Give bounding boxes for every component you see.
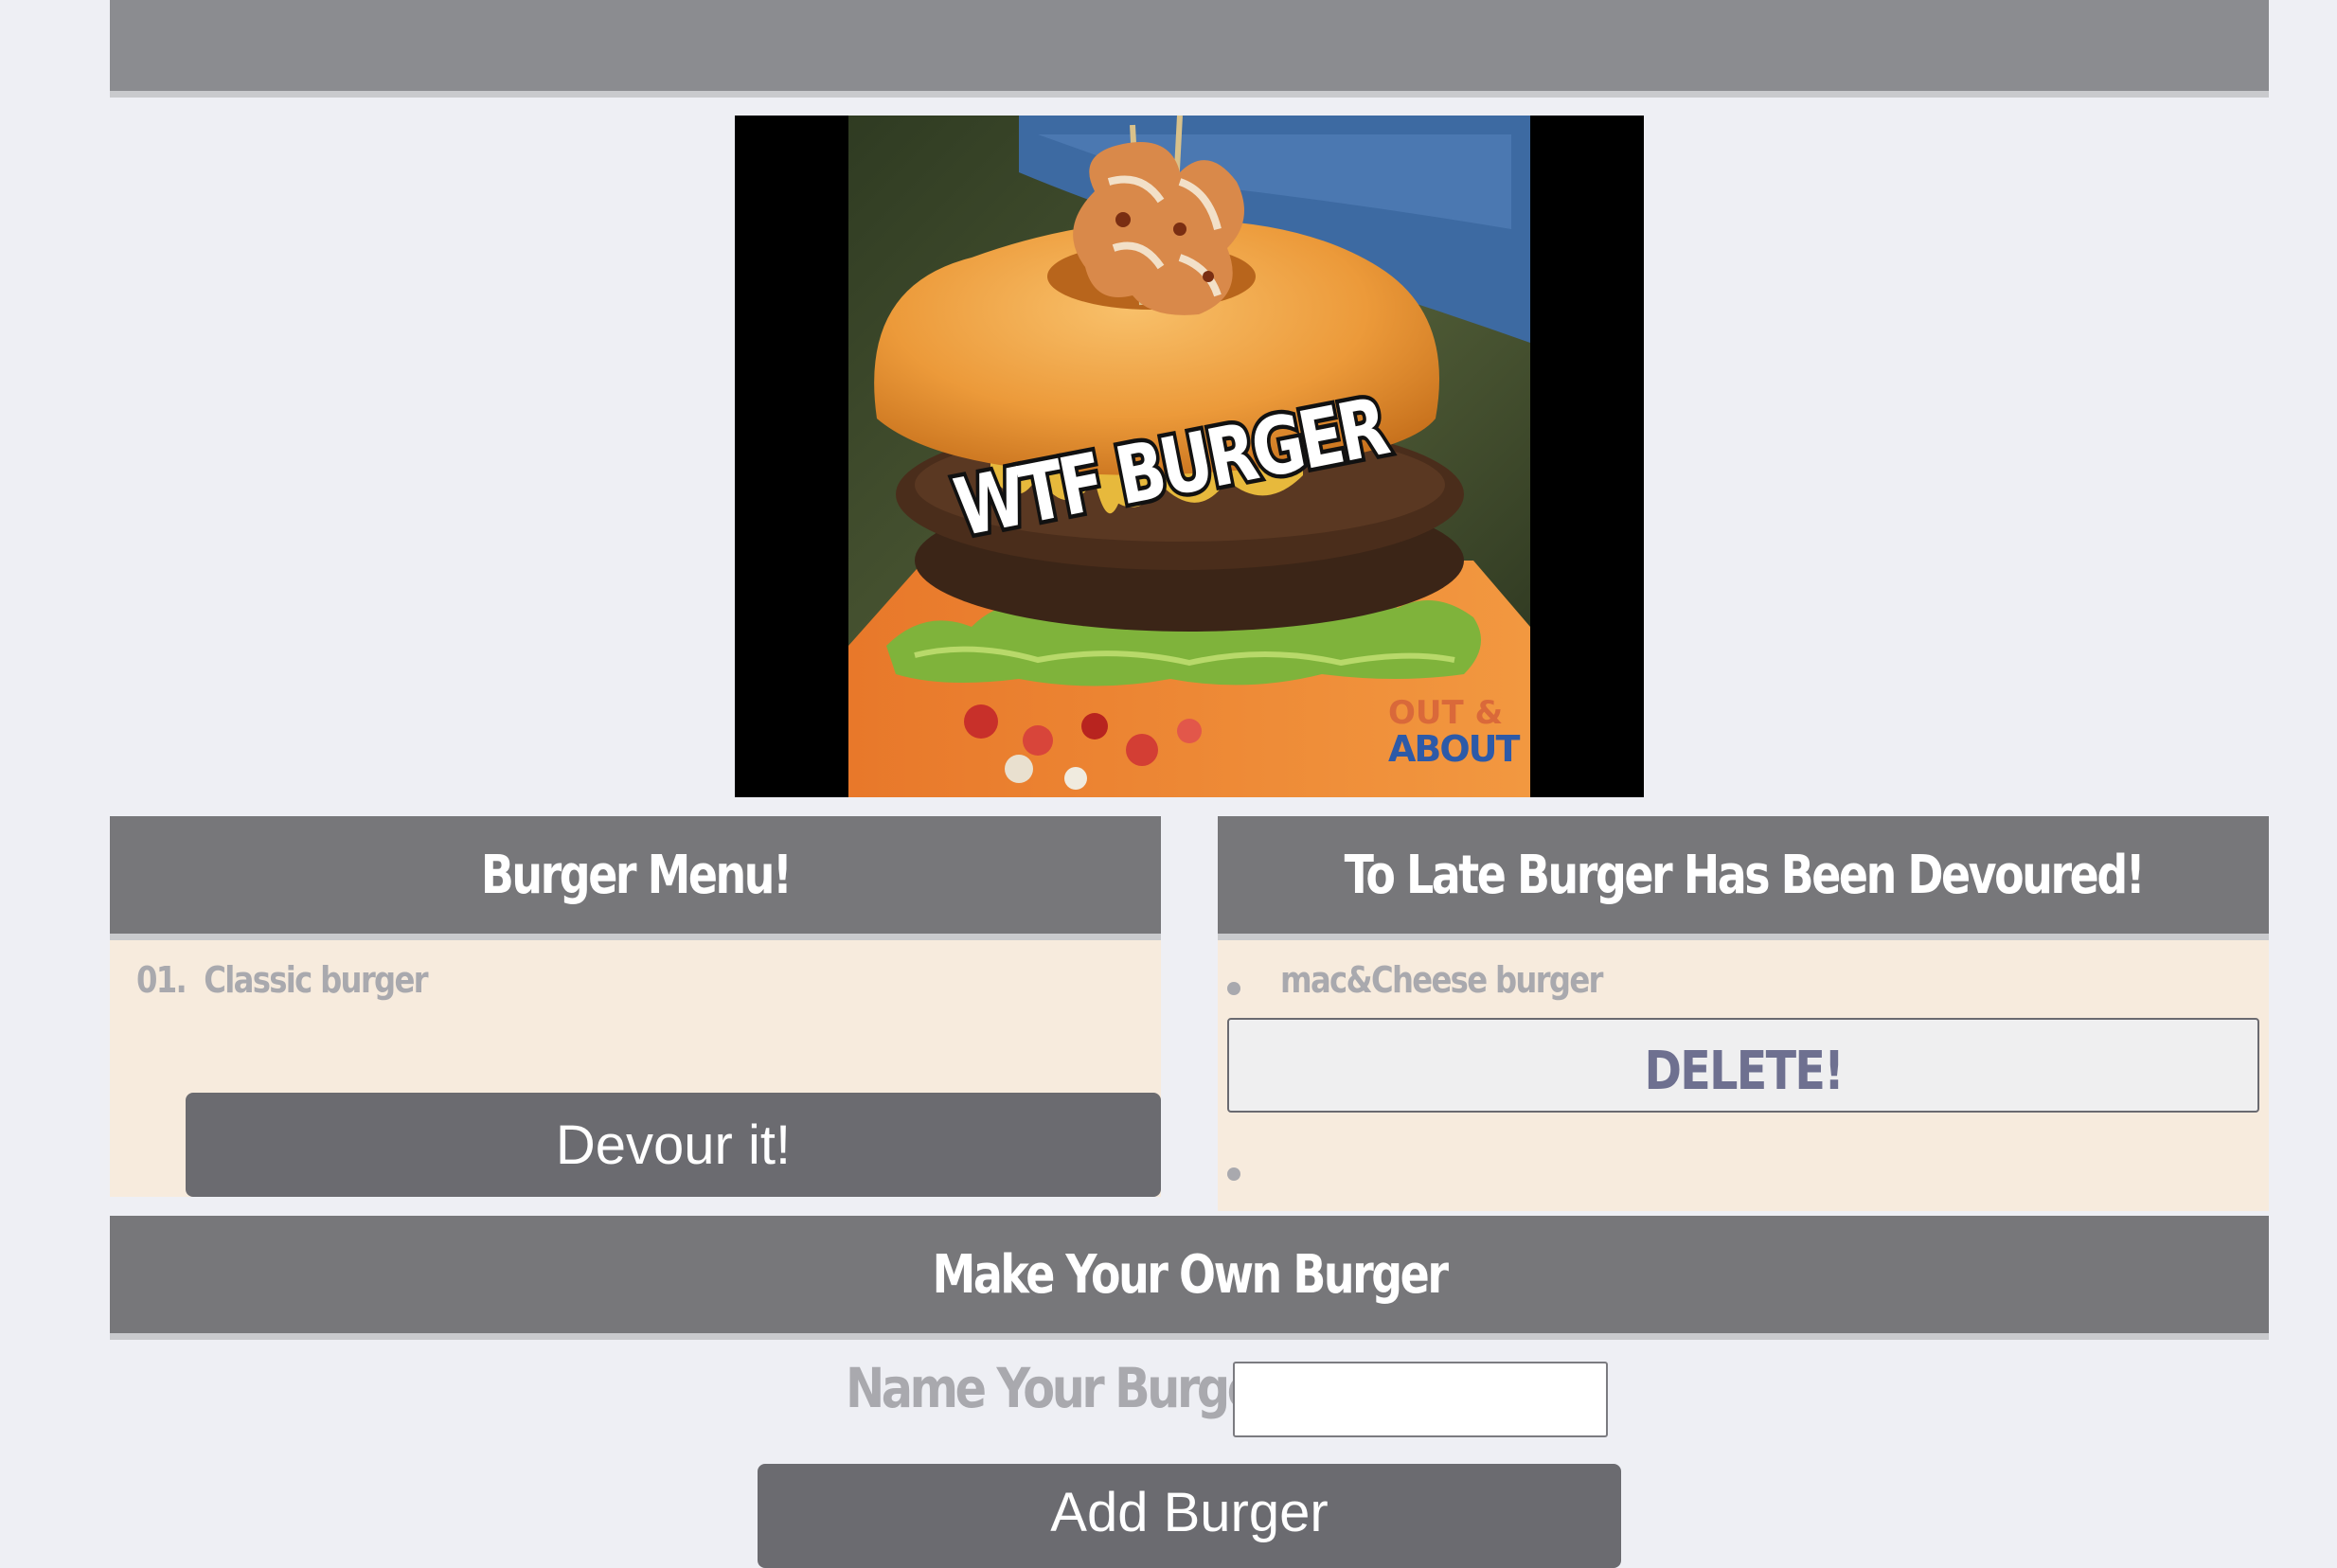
list-bullet-icon xyxy=(1227,982,1240,995)
burger-menu-title: Burger Menu! xyxy=(480,844,793,906)
delete-button-label: DELETE! xyxy=(1644,1041,1844,1102)
list-bullet-icon xyxy=(1227,1167,1240,1181)
watermark-line2: ABOUT xyxy=(1388,728,1521,770)
devoured-header: To Late Burger Has Been Devoured! xyxy=(1218,816,2269,940)
delete-button[interactable]: DELETE! xyxy=(1227,1018,2259,1113)
list-item-name: Classic burger xyxy=(204,959,428,1001)
burger-name-label: Name Your Burger: xyxy=(845,1356,1293,1420)
list-item: mac&Cheese burger xyxy=(1280,959,1603,1001)
make-burger-title: Make Your Own Burger xyxy=(932,1243,1449,1306)
burger-hero-image: WTF BURGER OUT & ABOUT xyxy=(735,116,1644,797)
devour-button[interactable]: Devour it! xyxy=(186,1093,1161,1197)
list-item-number: 01. xyxy=(136,959,187,1001)
burger-menu-header: Burger Menu! xyxy=(110,816,1161,940)
top-banner xyxy=(110,0,2269,98)
devoured-title: To Late Burger Has Been Devoured! xyxy=(1344,844,2145,906)
list-item: 01. Classic burger xyxy=(136,959,429,1001)
burger-name-input[interactable] xyxy=(1233,1362,1608,1437)
add-burger-button[interactable]: Add Burger xyxy=(758,1464,1621,1568)
make-burger-header: Make Your Own Burger xyxy=(110,1216,2269,1340)
watermark-line1: OUT & xyxy=(1388,694,1503,732)
